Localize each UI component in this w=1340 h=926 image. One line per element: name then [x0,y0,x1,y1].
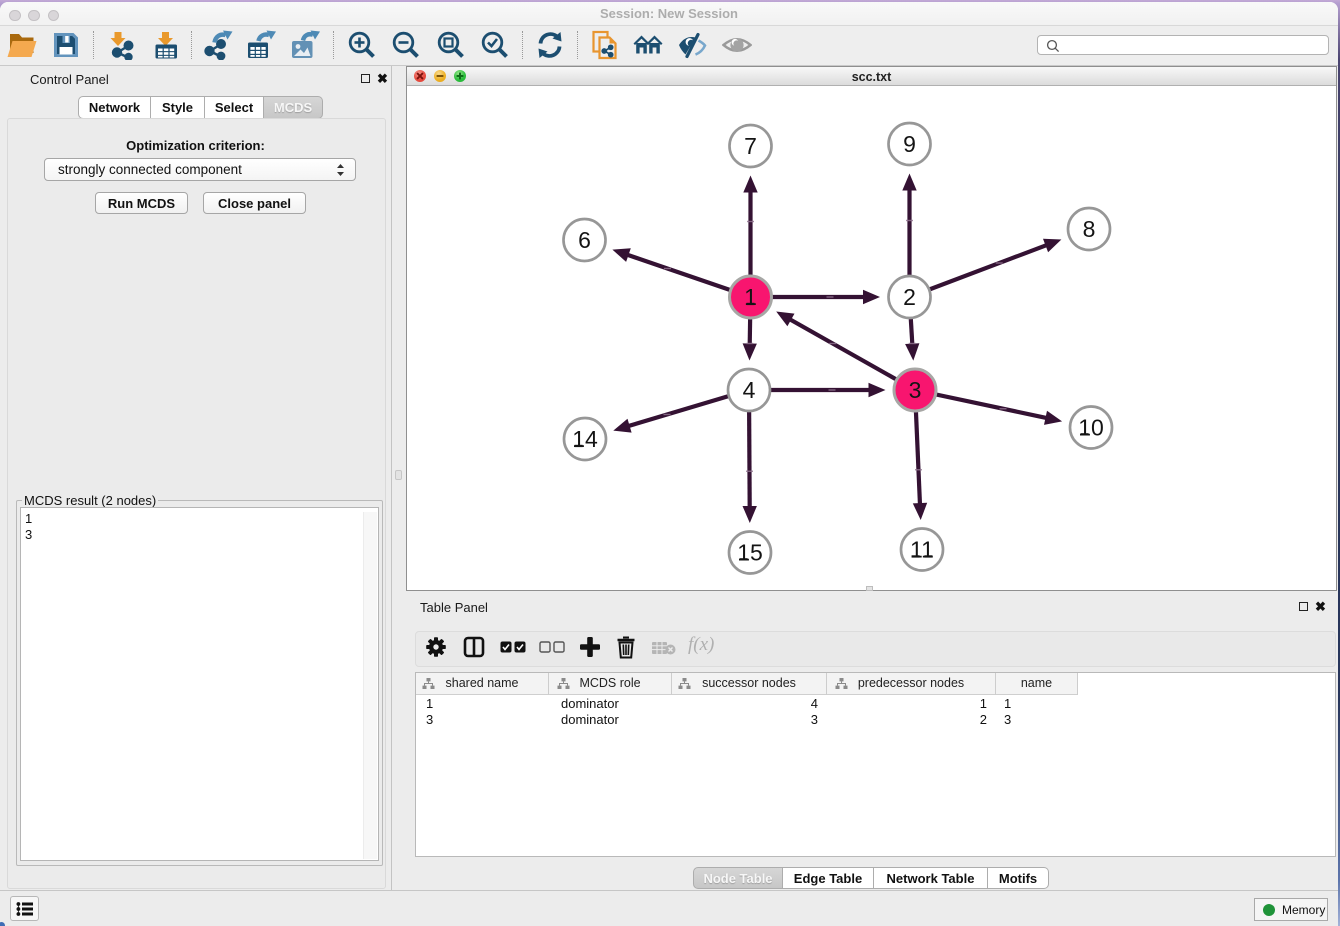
svg-text:4: 4 [743,377,756,403]
svg-text:3: 3 [909,377,922,403]
svg-text:2: 2 [903,284,916,310]
svg-text:10: 10 [1078,415,1104,441]
svg-text:1: 1 [744,284,757,310]
svg-text:9: 9 [903,131,916,157]
svg-text:14: 14 [572,426,598,452]
svg-text:7: 7 [744,133,757,159]
svg-text:11: 11 [910,537,934,563]
svg-text:15: 15 [737,540,763,566]
svg-text:6: 6 [578,227,591,253]
svg-text:8: 8 [1083,216,1096,242]
